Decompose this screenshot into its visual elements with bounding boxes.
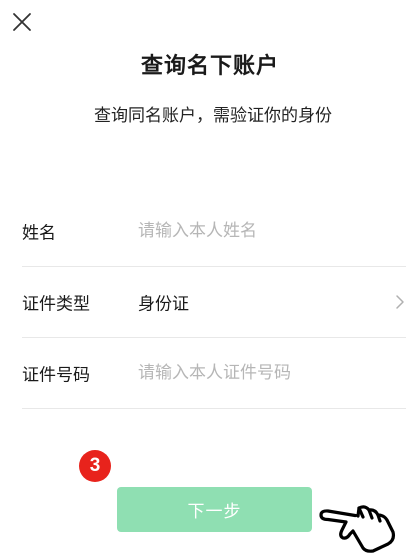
identity-form: 姓名 证件类型 身份证 证件号码 [22, 196, 406, 409]
hand-pointer-icon [319, 505, 396, 553]
id-number-row: 证件号码 [22, 338, 406, 409]
chevron-right-icon [396, 295, 404, 309]
id-type-value: 身份证 [138, 294, 189, 315]
id-number-input[interactable] [138, 363, 388, 383]
name-label: 姓名 [22, 223, 56, 244]
next-step-button[interactable]: 下一步 [117, 487, 312, 532]
page-title: 查询名下账户 [140, 54, 279, 79]
name-row: 姓名 [22, 196, 406, 267]
name-input[interactable] [138, 221, 388, 241]
id-number-label: 证件号码 [22, 365, 90, 386]
close-icon [13, 13, 31, 31]
page-subtitle: 查询同名账户，需验证你的身份 [94, 106, 332, 126]
step-number-badge: 3 [79, 450, 111, 482]
close-button[interactable] [10, 10, 34, 34]
id-type-row[interactable]: 证件类型 身份证 [22, 267, 406, 338]
id-type-label: 证件类型 [22, 294, 90, 315]
